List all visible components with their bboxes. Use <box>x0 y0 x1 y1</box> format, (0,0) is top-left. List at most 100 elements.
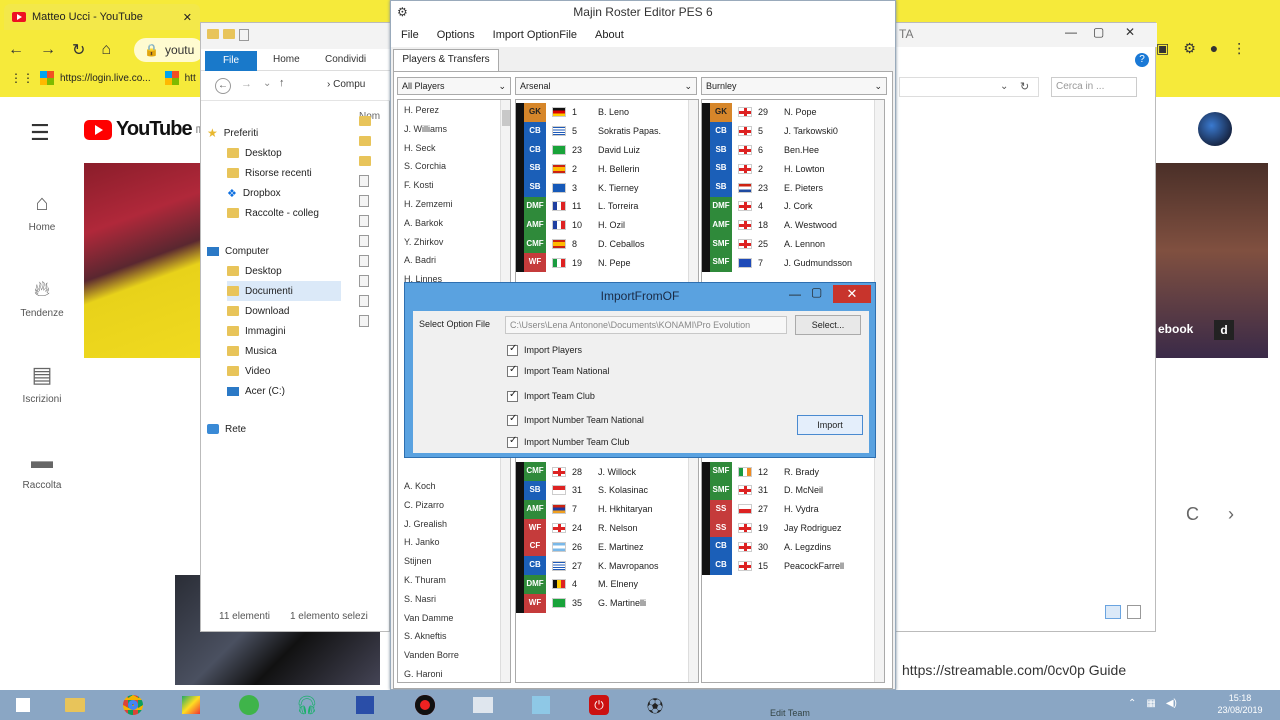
roster-row[interactable]: CB 30 A. Legzdins <box>702 537 874 557</box>
nav-tree-item[interactable]: ★ Preferiti <box>207 123 387 143</box>
roster-row[interactable]: SB 3 K. Tierney <box>516 178 688 197</box>
select-button[interactable]: Select... <box>795 315 861 335</box>
roster-row[interactable]: CMF 28 J. Willock <box>516 462 688 481</box>
player-list-item[interactable] <box>398 458 500 477</box>
refresh-icon[interactable]: ↻ <box>1020 80 1029 93</box>
checkbox[interactable] <box>507 413 518 426</box>
checkbox-import-number-team-club[interactable]: Import Number Team Club <box>507 434 629 450</box>
import-button[interactable]: Import <box>797 415 863 435</box>
scroll-thumb[interactable] <box>502 110 510 126</box>
file-list-item[interactable] <box>359 311 389 331</box>
checkbox-import-team-national[interactable]: Import Team National <box>507 363 609 379</box>
player-list-item[interactable]: G. Haroni <box>398 665 500 682</box>
tiles-view-icon[interactable] <box>1127 605 1141 619</box>
option-file-path-field[interactable]: C:\Users\Lena Antonone\Documents\KONAMI\… <box>505 316 787 334</box>
close-button[interactable]: ✕ <box>833 285 871 303</box>
ribbon-tab-file[interactable]: File <box>205 51 257 71</box>
reload-icon[interactable]: ↻ <box>72 40 85 60</box>
checkbox[interactable] <box>507 435 518 448</box>
player-list-item[interactable]: H. Zemzemi <box>398 195 500 214</box>
roster-row[interactable]: AMF 18 A. Westwood <box>702 215 874 235</box>
sidebar-item-home[interactable]: ⌂ Home <box>10 190 74 233</box>
maximize-icon[interactable]: ▢ <box>811 285 822 299</box>
checkbox-import-players[interactable]: Import Players <box>507 342 582 358</box>
roster-row[interactable]: SMF 25 A. Lennon <box>702 234 874 254</box>
nav-tree-item[interactable]: Documenti <box>227 281 341 301</box>
headphones-taskbar-icon[interactable]: 🎧︎ <box>294 694 320 716</box>
app-taskbar-icon[interactable] <box>236 694 262 716</box>
roster-row[interactable]: AMF 10 H. Ozil <box>516 215 688 235</box>
chevron-down-icon[interactable]: ⌄ <box>263 78 271 89</box>
explorer-taskbar-icon[interactable] <box>62 694 88 716</box>
roster-row[interactable]: SB 2 H. Bellerin <box>516 159 688 179</box>
sidebar-item-trending[interactable]: 🔥︎ Tendenze <box>10 276 74 319</box>
player-list-item[interactable]: Stijnen <box>398 552 500 571</box>
nav-tree-item[interactable]: Raccolte - colleg <box>227 203 341 223</box>
address-bar[interactable]: 🔒 youtu <box>134 38 204 62</box>
checkbox-import-team-club[interactable]: Import Team Club <box>507 388 595 404</box>
roster-row[interactable]: CB 5 Sokratis Papas. <box>516 121 688 141</box>
roster-row[interactable]: SMF 12 R. Brady <box>702 462 874 481</box>
nav-tree-item[interactable]: Computer <box>207 241 387 261</box>
nav-tree-item[interactable]: Immagini <box>227 321 341 341</box>
nav-tree-item[interactable]: Acer (C:) <box>227 381 341 401</box>
network-icon[interactable]: ▦ <box>1146 698 1155 709</box>
back-icon[interactable]: ← <box>215 78 231 94</box>
chevron-right-icon[interactable]: › <box>1228 504 1234 525</box>
roster-row[interactable]: DMF 4 M. Elneny <box>516 574 688 594</box>
back-icon[interactable]: ← <box>8 41 24 59</box>
app-taskbar-icon[interactable] <box>528 694 554 716</box>
player-list-item[interactable]: S. Corchia <box>398 157 500 176</box>
nav-tree-item[interactable]: Musica <box>227 341 341 361</box>
bookmark-live[interactable]: https://login.live.co... <box>60 73 151 84</box>
football-taskbar-icon[interactable]: ⚽︎ <box>642 694 668 716</box>
nav-tree-item[interactable]: Video <box>227 361 341 381</box>
chrome-taskbar-icon[interactable] <box>120 694 146 716</box>
address-field[interactable]: ⌄ ↻ <box>899 77 1039 97</box>
nav-tree-item[interactable]: Risorse recenti <box>227 163 341 183</box>
menu-file[interactable]: File <box>401 29 419 41</box>
minimize-icon[interactable]: — <box>789 287 801 301</box>
start-button[interactable] <box>10 694 36 716</box>
checkbox-import-number-team-national[interactable]: Import Number Team National <box>507 412 644 428</box>
player-list-item[interactable]: A. Koch <box>398 477 500 496</box>
apps-icon[interactable]: ⋮⋮ <box>10 71 34 85</box>
roster-row[interactable]: WF 35 G. Martinelli <box>516 593 688 613</box>
player-list-item[interactable]: J. Grealish <box>398 515 500 534</box>
sidebar-item-library[interactable]: ▬ Raccolta <box>10 448 74 491</box>
up-icon[interactable]: ↑ <box>279 77 285 89</box>
nav-tree-item[interactable]: Rete <box>207 419 387 439</box>
player-list-item[interactable]: Y. Zhirkov <box>398 233 500 252</box>
menu-options[interactable]: Options <box>437 29 475 41</box>
team-left-dropdown[interactable]: Arsenal ⌄ <box>515 77 697 95</box>
checkbox[interactable] <box>507 364 518 377</box>
file-list-item[interactable] <box>359 171 389 191</box>
player-list-item[interactable]: A. Barkok <box>398 214 500 233</box>
forward-icon[interactable]: → <box>241 78 252 90</box>
player-list-item[interactable]: J. Williams <box>398 120 500 139</box>
app-taskbar-icon[interactable] <box>352 694 378 716</box>
roster-row[interactable]: CF 26 E. Martinez <box>516 537 688 557</box>
roster-row[interactable]: SS 19 Jay Rodriguez <box>702 518 874 538</box>
video-thumbnail[interactable] <box>84 163 200 358</box>
maximize-icon[interactable]: ▢ <box>1093 25 1104 39</box>
all-players-dropdown[interactable]: All Players ⌄ <box>397 77 511 95</box>
address-breadcrumb[interactable]: › Compu <box>327 79 365 90</box>
roster-row[interactable]: GK 29 N. Pope <box>702 103 874 122</box>
roster-row[interactable]: CMF 8 D. Ceballos <box>516 234 688 254</box>
player-list-item[interactable]: H. Janko <box>398 533 500 552</box>
player-list-item[interactable]: K. Thuram <box>398 571 500 590</box>
youtube-logo[interactable]: YouTube IT <box>84 118 203 141</box>
checkbox[interactable] <box>507 343 518 356</box>
record-taskbar-icon[interactable] <box>412 694 438 716</box>
player-list-item[interactable]: Vanden Borre <box>398 646 500 665</box>
player-list-item[interactable]: Van Damme <box>398 609 500 628</box>
player-list-item[interactable]: C. Pizarro <box>398 496 500 515</box>
ribbon-tab-share[interactable]: Condividi <box>325 54 366 65</box>
sidebar-item-subscriptions[interactable]: ▤ Iscrizioni <box>10 362 74 405</box>
roster-row[interactable]: CB 27 K. Mavropanos <box>516 556 688 575</box>
app-taskbar-icon[interactable] <box>178 694 204 716</box>
player-list-item[interactable]: H. Perez <box>398 101 500 120</box>
roster-row[interactable]: SS 27 H. Vydra <box>702 499 874 519</box>
player-list-item[interactable]: S. Akneftis <box>398 627 500 646</box>
